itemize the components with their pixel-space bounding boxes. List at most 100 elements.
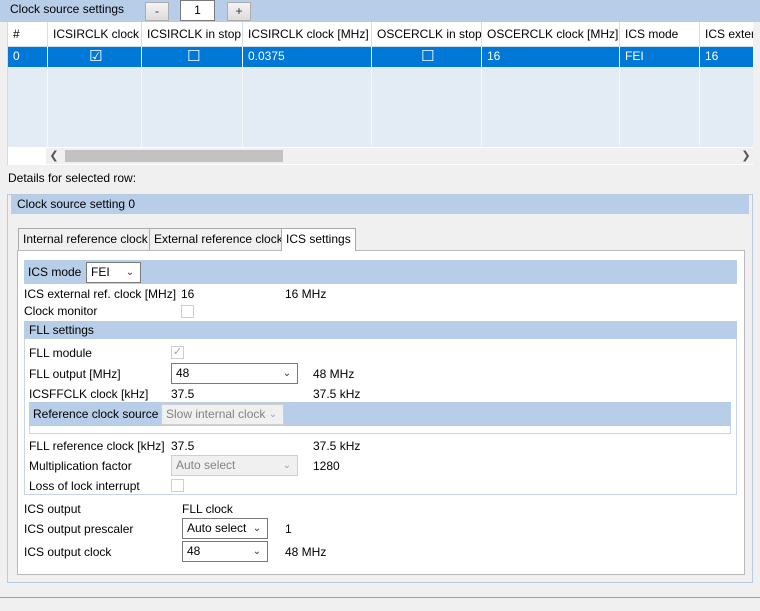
col-icsirclk-clock-header[interactable]: ICSIRCLK clock <box>48 22 142 47</box>
loss-of-lock-label: Loss of lock interrupt <box>29 479 140 493</box>
empty-row <box>8 107 753 127</box>
ics-output-prescaler-value: Auto select <box>187 521 247 535</box>
col-ics-external-header[interactable]: ICS extern <box>700 22 753 47</box>
details-label: Details for selected row: <box>8 171 137 185</box>
empty-cell <box>142 107 243 127</box>
col-icsirclk-mhz-header[interactable]: ICSIRCLK clock [MHz] <box>243 22 372 47</box>
fll-output-dropdown[interactable]: 48 ⌄ <box>171 363 298 384</box>
table-row[interactable]: 0 ☑ ☐ 0.0375 ☐ 16 FEI 16 <box>8 47 753 67</box>
add-row-button[interactable]: + <box>227 2 251 21</box>
fll-output-value: 48 <box>176 366 190 380</box>
table-header: # ICSIRCLK clock ICSIRCLK in stop ICSIRC… <box>8 22 753 47</box>
scrollbar-thumb[interactable] <box>65 150 283 162</box>
loss-of-lock-checkbox[interactable] <box>171 479 184 492</box>
chevron-down-icon: ⌄ <box>125 267 135 278</box>
scroll-left-icon[interactable]: ❮ <box>46 148 62 164</box>
ref-clock-source-label: Reference clock source <box>33 407 159 421</box>
tab-external-reference-clock[interactable]: External reference clock <box>149 228 288 250</box>
empty-cell <box>48 127 142 147</box>
tab-internal-reference-clock[interactable]: Internal reference clock <box>18 228 153 250</box>
empty-cell <box>142 67 243 87</box>
details-group-title: Clock source setting 0 <box>17 197 136 211</box>
icsirclk-clock-checkbox[interactable]: ☑ <box>89 49 102 64</box>
clock-settings-table: # ICSIRCLK clock ICSIRCLK in stop ICSIRC… <box>7 22 753 165</box>
empty-cell <box>243 67 372 87</box>
empty-cell <box>482 127 620 147</box>
empty-cell <box>372 127 482 147</box>
clock-monitor-label: Clock monitor <box>24 304 98 318</box>
col-ics-mode-header[interactable]: ICS mode <box>620 22 700 47</box>
cell-icsirclk-clock[interactable]: ☑ <box>48 47 142 67</box>
chevron-down-icon: ⌄ <box>282 460 292 471</box>
col-oscerclk-stop-header[interactable]: OSCERCLK in stop <box>372 22 482 47</box>
empty-cell <box>482 67 620 87</box>
empty-cell <box>243 87 372 107</box>
empty-cell <box>142 87 243 107</box>
cell-index: 0 <box>8 47 48 67</box>
empty-cell <box>700 87 753 107</box>
empty-cell <box>620 107 700 127</box>
empty-cell <box>372 67 482 87</box>
tab-ics-settings[interactable]: ICS settings <box>281 228 356 251</box>
empty-cell <box>620 127 700 147</box>
table-horizontal-scrollbar[interactable]: ❮ ❯ <box>46 148 754 164</box>
cell-icsirclk-mhz[interactable]: 0.0375 <box>243 47 372 67</box>
ics-output-prescaler-dropdown[interactable]: Auto select ⌄ <box>182 518 268 539</box>
multiplication-factor-display: 1280 <box>313 459 340 473</box>
scroll-right-icon[interactable]: ❯ <box>738 148 754 164</box>
empty-row <box>8 67 753 87</box>
fll-ref-clock-display: 37.5 kHz <box>313 439 361 453</box>
empty-cell <box>700 67 753 87</box>
chevron-down-icon: ⌄ <box>268 409 278 420</box>
empty-cell <box>243 127 372 147</box>
col-index-header[interactable]: # <box>8 22 48 47</box>
empty-cell <box>372 87 482 107</box>
ics-output-clock-label: ICS output clock <box>24 545 112 559</box>
empty-cell <box>8 67 48 87</box>
ics-output-prescaler-label: ICS output prescaler <box>24 522 134 536</box>
chevron-down-icon: ⌄ <box>252 523 262 534</box>
cell-ics-mode[interactable]: FEI <box>620 47 700 67</box>
ics-output-value: FLL clock <box>182 502 233 516</box>
empty-cell <box>48 67 142 87</box>
ics-mode-dropdown[interactable]: FEI ⌄ <box>86 262 141 283</box>
fll-module-checkbox[interactable]: ✓ <box>171 346 184 359</box>
empty-cell <box>482 107 620 127</box>
fll-module-label: FLL module <box>29 346 92 360</box>
clock-monitor-checkbox[interactable] <box>181 305 194 318</box>
empty-cell <box>8 107 48 127</box>
empty-cell <box>142 127 243 147</box>
ics-output-label: ICS output <box>24 502 81 516</box>
fll-settings-title: FLL settings <box>29 323 94 337</box>
ics-output-clock-display: 48 MHz <box>285 545 327 559</box>
icsirclk-stop-checkbox[interactable]: ☐ <box>187 49 200 64</box>
fll-settings-header <box>24 321 737 339</box>
empty-cell <box>48 87 142 107</box>
ics-mode-label: ICS mode <box>28 265 82 279</box>
ics-output-prescaler-display: 1 <box>285 522 292 536</box>
chevron-down-icon: ⌄ <box>282 368 292 379</box>
ics-output-clock-dropdown[interactable]: 48 ⌄ <box>182 541 268 562</box>
multiplication-factor-value: Auto select <box>176 458 236 472</box>
ics-output-clock-value: 48 <box>187 544 201 558</box>
clock-source-settings-title: Clock source settings <box>10 2 125 16</box>
ext-ref-clock-label: ICS external ref. clock [MHz] <box>24 287 177 301</box>
empty-cell <box>243 107 372 127</box>
icsffclk-display: 37.5 kHz <box>313 387 361 401</box>
col-icsirclk-stop-header[interactable]: ICSIRCLK in stop <box>142 22 243 47</box>
cell-oscerclk-mhz[interactable]: 16 <box>482 47 620 67</box>
fll-output-display: 48 MHz <box>313 367 355 381</box>
cell-ics-external[interactable]: 16 <box>700 47 753 67</box>
remove-row-button[interactable]: - <box>145 2 169 21</box>
oscerclk-stop-checkbox[interactable]: ☐ <box>421 49 434 64</box>
cell-icsirclk-stop[interactable]: ☐ <box>142 47 243 67</box>
row-count-field[interactable]: 1 <box>180 0 215 21</box>
icsffclk-label: ICSFFCLK clock [kHz] <box>29 387 149 401</box>
ext-ref-clock-display: 16 MHz <box>285 287 327 301</box>
ref-clock-source-dropdown[interactable]: Slow internal clock ⌄ <box>161 404 284 425</box>
ext-ref-clock-value: 16 <box>181 287 195 301</box>
col-oscerclk-mhz-header[interactable]: OSCERCLK clock [MHz] <box>482 22 620 47</box>
multiplication-factor-dropdown[interactable]: Auto select ⌄ <box>171 455 298 476</box>
cell-oscerclk-stop[interactable]: ☐ <box>372 47 482 67</box>
empty-cell <box>8 127 48 147</box>
